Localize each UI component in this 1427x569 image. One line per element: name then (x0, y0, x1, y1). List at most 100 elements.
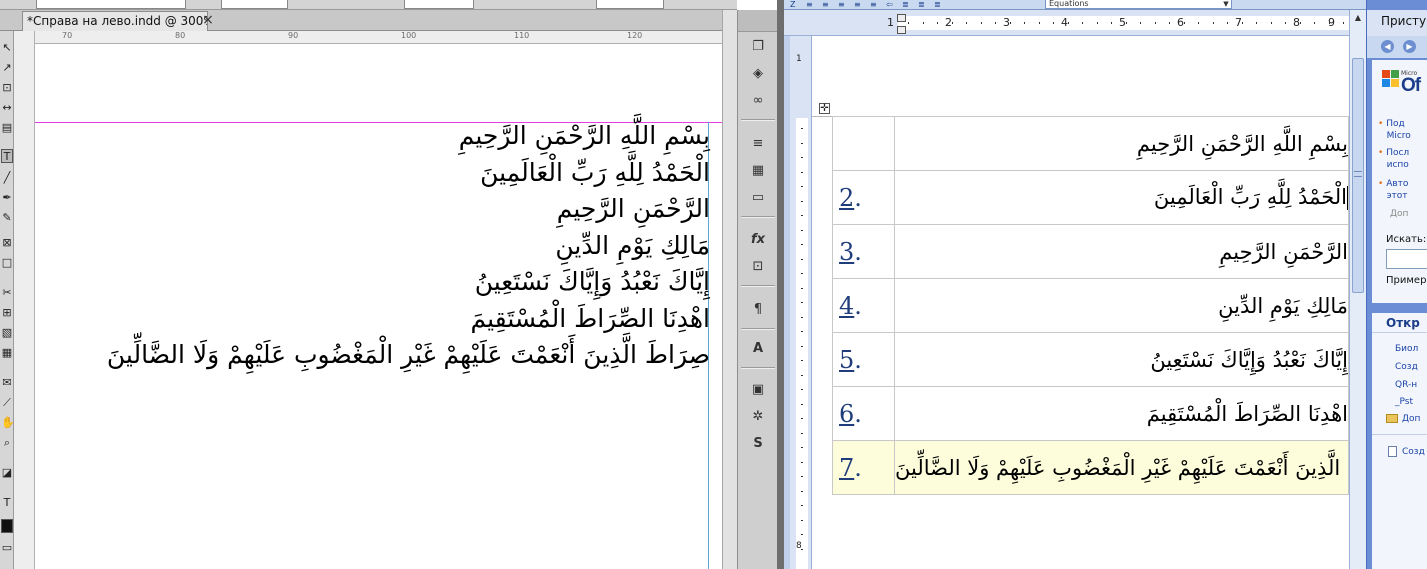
forward-icon[interactable]: ▶ (1403, 40, 1416, 53)
zoom-tool-icon[interactable]: ⌕ (1, 436, 13, 450)
verse-number: 7 (839, 453, 855, 482)
panel-separator (741, 216, 775, 218)
style-combo[interactable]: Equations (1045, 0, 1232, 9)
scroll-up-icon[interactable]: ▲ (1352, 12, 1364, 24)
scripts-icon[interactable]: S (747, 434, 769, 454)
control-field[interactable] (221, 0, 288, 9)
number-cell[interactable]: 7. (832, 440, 895, 495)
text-frame[interactable]: بِسْمِ اللَّهِ الرَّحْمَنِ الرَّحِيمِ ال… (35, 118, 710, 374)
character-styles-icon[interactable]: A (747, 339, 769, 359)
toolbar-button-icon[interactable]: ≣ (902, 0, 912, 9)
normal-view-icon[interactable] (1, 519, 13, 533)
word-document-page[interactable]: ✛ بِسْمِ اللَّهِ الرَّحْمَنِ الرَّحِيمِ … (812, 36, 1349, 569)
toolbar-button-icon[interactable]: Z (790, 0, 800, 9)
create-document-link[interactable]: Созд (1402, 446, 1425, 458)
verse-cell[interactable]: إِيَّاكَ نَعْبُدُ وَإِيَّاكَ نَسْتَعِينُ (894, 332, 1349, 387)
paragraph-styles-icon[interactable]: ¶ (747, 300, 769, 320)
word-vertical-scrollbar[interactable]: ▲ (1349, 10, 1366, 569)
text-wrap-icon[interactable]: ✲ (747, 407, 769, 427)
links-icon[interactable]: ∞ (747, 91, 769, 111)
close-icon[interactable]: × (200, 12, 216, 28)
type-tool-icon[interactable]: T (1, 149, 13, 163)
rectangle-frame-tool-icon[interactable]: ⊠ (1, 236, 13, 250)
note-tool-icon[interactable]: ✉ (1, 376, 13, 390)
effects-icon[interactable]: fx (747, 230, 769, 250)
pencil-tool-icon[interactable]: ✎ (1, 211, 13, 225)
recent-file-link[interactable]: Биол (1395, 343, 1418, 355)
control-field[interactable] (404, 0, 474, 9)
verse-cell[interactable]: مَالِكِ يَوْمِ الدِّينِ (894, 278, 1349, 333)
swatches-icon[interactable]: ▦ (747, 161, 769, 181)
screen-mode-icon[interactable]: ▭ (1, 541, 13, 555)
number-cell[interactable]: 4. (832, 278, 895, 333)
pages-icon[interactable]: ❐ (747, 37, 769, 57)
formatting-affects-text-icon[interactable]: T (1, 496, 13, 510)
line-tool-icon[interactable]: ╱ (1, 171, 13, 185)
document-tab[interactable]: *Справа на лево.indd @ 300% (22, 11, 208, 31)
control-field[interactable] (596, 0, 664, 9)
recent-file-link[interactable]: Созд (1395, 361, 1418, 373)
task-link[interactable]: • Авто этот (1378, 178, 1408, 202)
gap-tool-icon[interactable]: ↔ (1, 101, 13, 115)
toolbar-button-icon[interactable]: ≡ (870, 0, 880, 9)
content-collector-icon[interactable]: ▤ (1, 121, 13, 135)
toolbar-button-icon[interactable]: ≡ (806, 0, 816, 9)
toolbar-button-icon[interactable]: ≡ (822, 0, 832, 9)
open-section-title[interactable]: Откр (1372, 313, 1427, 333)
object-styles-icon[interactable]: ▣ (747, 380, 769, 400)
toolbar-button-icon[interactable]: ≣ (934, 0, 944, 9)
free-transform-tool-icon[interactable]: ⊞ (1, 306, 13, 320)
toolbar-button-icon[interactable]: ≣ (918, 0, 928, 9)
document-canvas[interactable]: بِسْمِ اللَّهِ الرَّحْمَنِ الرَّحِيمِ ال… (35, 44, 722, 569)
page-tool-icon[interactable]: ⊡ (1, 81, 13, 95)
transform-icon[interactable]: ⊡ (747, 257, 769, 277)
selection-tool-icon[interactable]: ↖ (1, 41, 13, 55)
more-link[interactable]: Доп (1390, 209, 1408, 219)
task-link[interactable]: • Под Micro (1378, 118, 1411, 142)
ruler-tick (1024, 22, 1025, 24)
back-icon[interactable]: ◀ (1381, 40, 1394, 53)
chevron-down-icon[interactable]: ▼ (1220, 0, 1232, 9)
ruler-corner[interactable] (784, 10, 812, 36)
gradient-swatch-tool-icon[interactable]: ▧ (1, 326, 13, 340)
verse-cell[interactable]: الْحَمْدُ لِلَّهِ رَبِّ الْعَالَمِينَ (894, 170, 1349, 225)
recent-file-link[interactable]: _Pst (1395, 396, 1413, 408)
layers-icon[interactable]: ◈ (747, 64, 769, 84)
toolbar-button-icon[interactable]: ≡ (854, 0, 864, 9)
vertical-scrollbar[interactable] (722, 10, 737, 569)
verse-cell[interactable]: بِسْمِ اللَّهِ الرَّحْمَنِ الرَّحِيمِ (894, 116, 1349, 171)
number-cell[interactable]: 5. (832, 332, 895, 387)
verse-cell[interactable]: الرَّحْمَنِ الرَّحِيمِ (894, 224, 1349, 279)
direct-selection-tool-icon[interactable]: ↗ (1, 61, 13, 75)
search-input[interactable] (1386, 249, 1427, 269)
verse-cell[interactable]: الَّذِينَ أَنْعَمْتَ عَلَيْهِمْ غَيْرِ ا… (894, 440, 1349, 495)
panel-dock-header[interactable] (738, 10, 778, 32)
verse-cell[interactable]: اهْدِنَا الصِّرَاطَ الْمُسْتَقِيمَ (894, 386, 1349, 441)
stroke-icon[interactable]: ≡ (747, 134, 769, 154)
toolbar-button-icon[interactable]: ⇦ (886, 0, 896, 9)
pen-tool-icon[interactable]: ✒ (1, 191, 13, 205)
eyedropper-tool-icon[interactable]: ⟋ (1, 396, 13, 410)
ruler-tick (801, 143, 803, 144)
number-cell[interactable]: 3. (832, 224, 895, 279)
table-move-handle-icon[interactable]: ✛ (819, 103, 830, 114)
toolbar-button-icon[interactable]: ≡ (838, 0, 848, 9)
number-cell[interactable] (832, 116, 895, 171)
recent-file-link[interactable]: QR-н (1395, 379, 1417, 391)
task-pane-title[interactable]: Приступ (1367, 10, 1427, 36)
gradient-feather-tool-icon[interactable]: ▦ (1, 346, 13, 360)
ruler-tick (1126, 22, 1127, 24)
rectangle-tool-icon[interactable]: □ (1, 256, 13, 270)
number-cell[interactable]: 2. (832, 170, 895, 225)
number-cell[interactable]: 6. (832, 386, 895, 441)
hand-tool-icon[interactable]: ✋ (1, 416, 13, 430)
fill-stroke-icon[interactable]: ◪ (1, 466, 13, 480)
scissors-tool-icon[interactable]: ✂ (1, 286, 13, 300)
ruler-number: 3 (1003, 16, 1010, 29)
task-link[interactable]: • Посл испо (1378, 147, 1409, 171)
indent-marker[interactable] (897, 14, 906, 22)
control-field[interactable] (36, 0, 186, 9)
more-files-link[interactable]: Доп (1402, 413, 1420, 425)
indent-marker[interactable] (897, 26, 906, 34)
gradient-icon[interactable]: ▭ (747, 188, 769, 208)
